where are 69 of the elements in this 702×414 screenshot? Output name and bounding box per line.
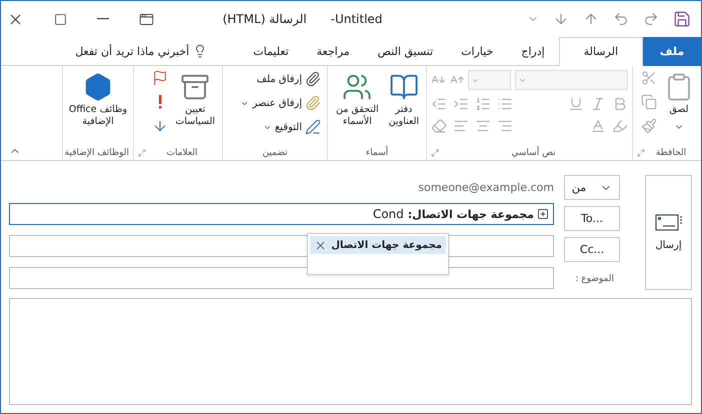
underline-icon: [568, 96, 584, 112]
envelope-icon: [654, 214, 682, 232]
eraser-icon: [431, 118, 447, 134]
ribbon-tab[interactable]: خيارات: [447, 37, 508, 66]
cc-button[interactable]: Cc...: [564, 237, 620, 262]
send-button[interactable]: إرسال: [645, 175, 692, 290]
dialog-launcher-icon: [637, 149, 645, 157]
subject-label: الموضوع :: [574, 273, 615, 286]
pen-icon: [305, 119, 321, 135]
hexagon-icon: [83, 72, 113, 102]
ribbon-tab[interactable]: تنسيق النص: [364, 37, 448, 66]
down-arrow-icon: [553, 11, 569, 27]
redo-icon: [643, 11, 659, 27]
file-tab[interactable]: ملف: [643, 37, 701, 66]
tell-me-search[interactable]: أخبرني ماذا تريد أن تفعل: [69, 37, 214, 65]
paperclip-icon: [305, 71, 321, 87]
align-left-icon: [453, 118, 469, 134]
up-arrow-icon: [583, 11, 599, 27]
ribbon-tab[interactable]: مراجعة: [302, 37, 364, 66]
people-icon: [342, 72, 372, 102]
suggestion-item[interactable]: مجموعة جهات الاتصال: [310, 236, 446, 254]
group-label: نص أساسي: [510, 148, 557, 158]
attach-item-button[interactable]: إرفاق عنصر: [238, 94, 323, 112]
minimize-icon: [97, 18, 109, 20]
signature-button[interactable]: التوقيع: [260, 118, 323, 136]
copy-icon: [641, 94, 657, 110]
subject-field[interactable]: [9, 267, 554, 289]
undo-icon: [613, 11, 629, 27]
paperclip-icon: [305, 95, 321, 111]
from-address: someone@example.com: [417, 180, 554, 196]
expand-icon: [537, 208, 549, 220]
address-book-icon: [388, 72, 419, 102]
assign-policy-button[interactable]: تعيين السياسات: [172, 70, 218, 146]
format-painter-icon: [641, 118, 657, 134]
maximize-icon: [54, 12, 67, 26]
align-right-icon: [497, 118, 513, 134]
group-label: العلامات: [166, 148, 198, 158]
numbering-icon: [475, 96, 491, 112]
ribbon-display-icon: [139, 12, 154, 26]
office-add-ins-button[interactable]: وظائف Office الإضافية: [66, 70, 130, 146]
attach-file-button[interactable]: إرفاق ملف: [254, 70, 323, 88]
flag-icon: [152, 70, 168, 86]
document-name: Untitled-: [330, 12, 382, 26]
to-button[interactable]: To...: [564, 206, 620, 231]
contact-group-chip[interactable]: مجموعة جهات الاتصال:: [408, 208, 549, 220]
high-importance-icon: [158, 95, 162, 109]
dialog-launcher-icon: [431, 149, 439, 157]
check-names-button[interactable]: التحقق من الأسماء: [333, 70, 382, 146]
font-color-icon: [590, 118, 606, 134]
paste-button[interactable]: لصق: [661, 70, 697, 118]
address-book-button[interactable]: دفتر العناوين: [386, 70, 422, 146]
ribbon-tab[interactable]: إدراج: [507, 37, 559, 66]
align-center-icon: [475, 118, 491, 134]
typed-text: Cond: [372, 207, 404, 221]
message-body[interactable]: [9, 298, 692, 405]
ribbon-tab[interactable]: تعليمات: [239, 37, 303, 66]
ribbon-tab[interactable]: الرسالة: [558, 37, 643, 66]
indent-icon: [453, 96, 469, 112]
group-label: الحافظة: [654, 148, 688, 158]
save-icon: [673, 10, 691, 28]
outdent-icon: [431, 96, 447, 112]
from-button[interactable]: من: [564, 175, 620, 200]
italic-icon: [590, 96, 606, 112]
highlighter-icon: [612, 118, 628, 134]
window-title: الرسالة (HTML): [222, 12, 307, 26]
dialog-launcher-icon: [138, 149, 146, 157]
group-label: الوظائف الإضافية: [64, 148, 129, 158]
group-label: تضمين: [261, 148, 289, 158]
group-label: أسماء: [364, 148, 390, 158]
